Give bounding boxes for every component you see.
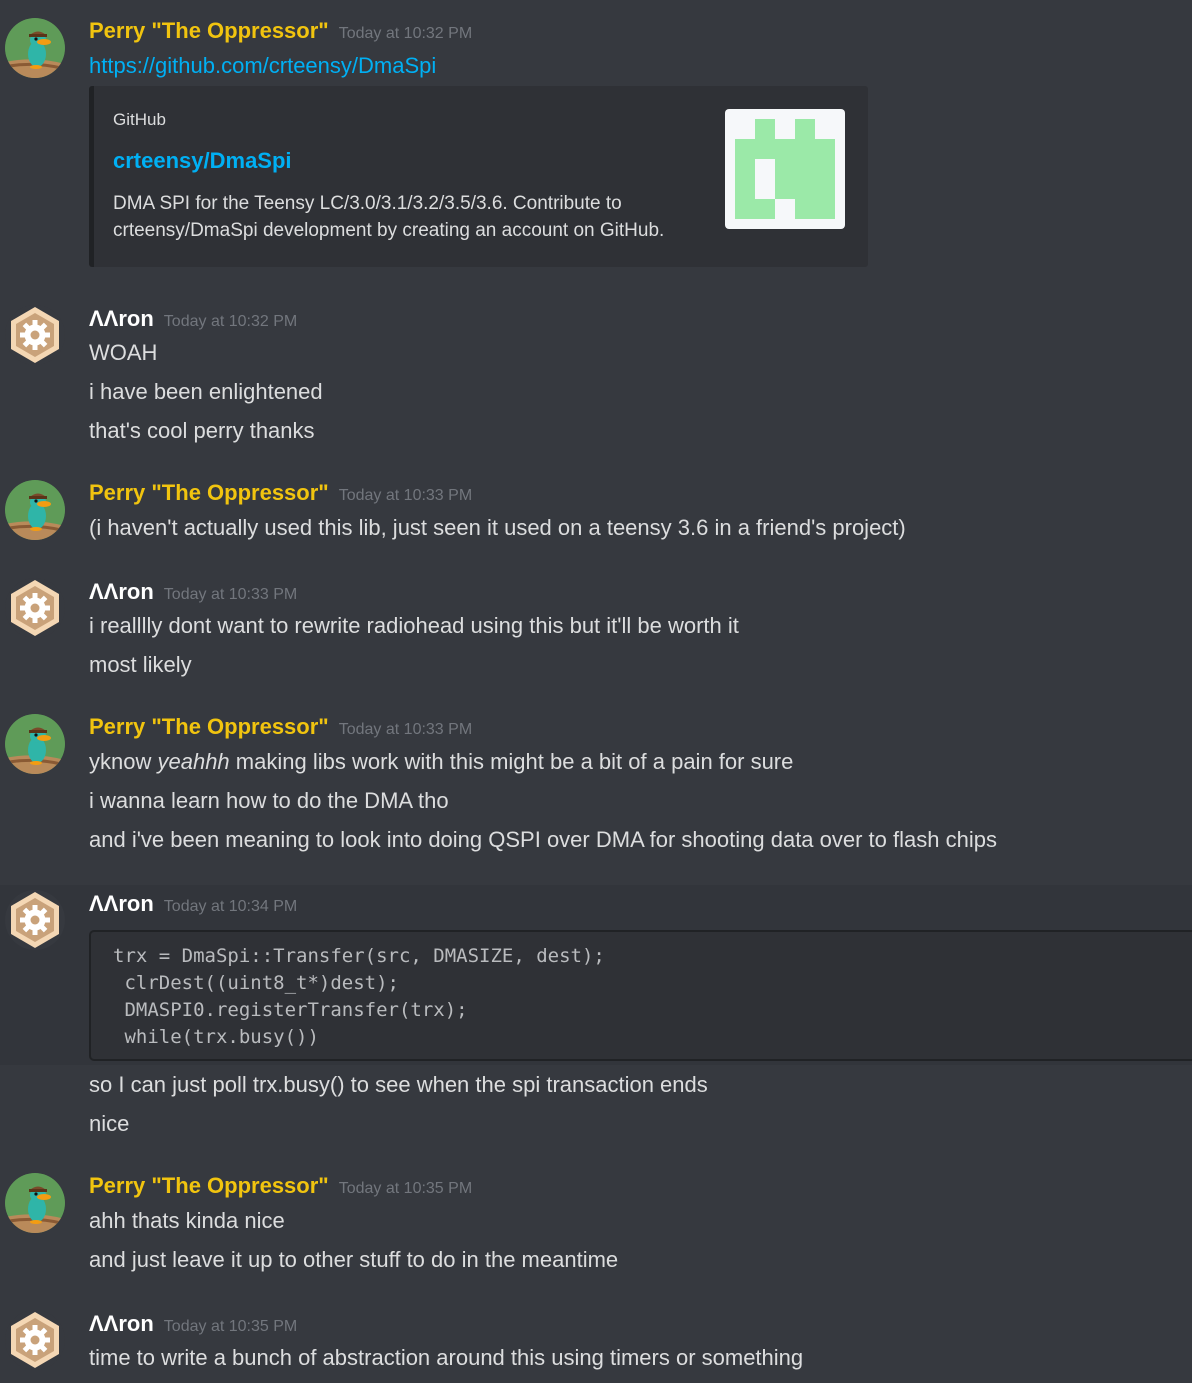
timestamp: Today at 10:34 PM (163, 898, 298, 915)
timestamp: Today at 10:32 PM (338, 25, 473, 42)
username[interactable]: Perry "The Oppressor" (89, 18, 329, 43)
username[interactable]: ΛΛron (89, 579, 154, 604)
username[interactable]: ΛΛron (89, 306, 154, 331)
embed-title[interactable]: crteensy/DmaSpi (113, 148, 292, 174)
message-header: Perry "The Oppressor" Today at 10:33 PM (89, 714, 472, 742)
embed-provider: GitHub (113, 110, 166, 129)
text-segment: yknow (89, 749, 158, 774)
code-block[interactable]: trx = DmaSpi::Transfer(src, DMASIZE, des… (89, 930, 1192, 1061)
italic-text: yeahhh (157, 749, 230, 774)
github-identicon-icon[interactable] (725, 109, 845, 229)
perry-avatar-icon[interactable] (5, 1173, 65, 1233)
message-line: time to write a bunch of abstraction aro… (89, 1345, 804, 1370)
github-link[interactable]: https://github.com/crteensy/DmaSpi (89, 53, 436, 78)
code-text: trx = DmaSpi::Transfer(src, DMASIZE, des… (113, 945, 605, 1048)
embed-description-line: crteensy/DmaSpi development by creating … (113, 220, 665, 241)
message-header: Perry "The Oppressor" Today at 10:32 PM (89, 18, 472, 46)
username[interactable]: Perry "The Oppressor" (89, 714, 329, 739)
perry-avatar-icon[interactable] (5, 480, 65, 540)
timestamp: Today at 10:33 PM (163, 586, 298, 603)
embed-description: DMA SPI for the Teensy LC/3.0/3.1/3.2/3.… (113, 190, 713, 244)
message-line: yknow yeahhh making libs work with this … (89, 748, 793, 776)
username[interactable]: ΛΛron (89, 1311, 154, 1336)
text-segment: making libs work with this might be a bi… (229, 749, 794, 774)
username[interactable]: ΛΛron (89, 891, 154, 916)
message-line: i realllly dont want to rewrite radiohea… (89, 613, 739, 638)
message-header: ΛΛron Today at 10:33 PM (89, 579, 297, 607)
message-header: ΛΛron Today at 10:35 PM (89, 1311, 297, 1339)
message-line: https://github.com/crteensy/DmaSpi (89, 52, 436, 80)
link-embed: GitHub crteensy/DmaSpi DMA SPI for the T… (89, 86, 868, 267)
message-header: Perry "The Oppressor" Today at 10:33 PM (89, 480, 472, 508)
embed-description-line: DMA SPI for the Teensy LC/3.0/3.1/3.2/3.… (113, 193, 622, 214)
message-header: ΛΛron Today at 10:34 PM (89, 891, 297, 919)
message-line: i have been enlightened (89, 379, 323, 404)
aaron-avatar-icon[interactable] (5, 890, 65, 950)
timestamp: Today at 10:33 PM (338, 721, 473, 738)
aaron-avatar-icon[interactable] (5, 1310, 65, 1370)
perry-avatar-icon[interactable] (5, 714, 65, 774)
message-line: so I can just poll trx.busy() to see whe… (89, 1072, 708, 1097)
timestamp: Today at 10:32 PM (163, 313, 298, 330)
message-line: (i haven't actually used this lib, just … (89, 515, 906, 540)
aaron-avatar-icon[interactable] (5, 305, 65, 365)
message-line: ahh thats kinda nice (89, 1208, 285, 1233)
perry-avatar-icon[interactable] (5, 18, 65, 78)
message-line: i wanna learn how to do the DMA tho (89, 788, 449, 813)
timestamp: Today at 10:35 PM (163, 1318, 298, 1335)
aaron-avatar-icon[interactable] (5, 578, 65, 638)
message-header: Perry "The Oppressor" Today at 10:35 PM (89, 1173, 472, 1201)
message-header: ΛΛron Today at 10:32 PM (89, 306, 297, 334)
message-line: and i've been meaning to look into doing… (89, 827, 997, 852)
username[interactable]: Perry "The Oppressor" (89, 1173, 329, 1198)
message-line: WOAH (89, 340, 158, 365)
message-line: and just leave it up to other stuff to d… (89, 1247, 619, 1272)
timestamp: Today at 10:33 PM (338, 487, 473, 504)
message-line: most likely (89, 652, 192, 677)
timestamp: Today at 10:35 PM (338, 1180, 473, 1197)
message-line: nice (89, 1111, 130, 1136)
message-line: that's cool perry thanks (89, 418, 315, 443)
username[interactable]: Perry "The Oppressor" (89, 480, 329, 505)
